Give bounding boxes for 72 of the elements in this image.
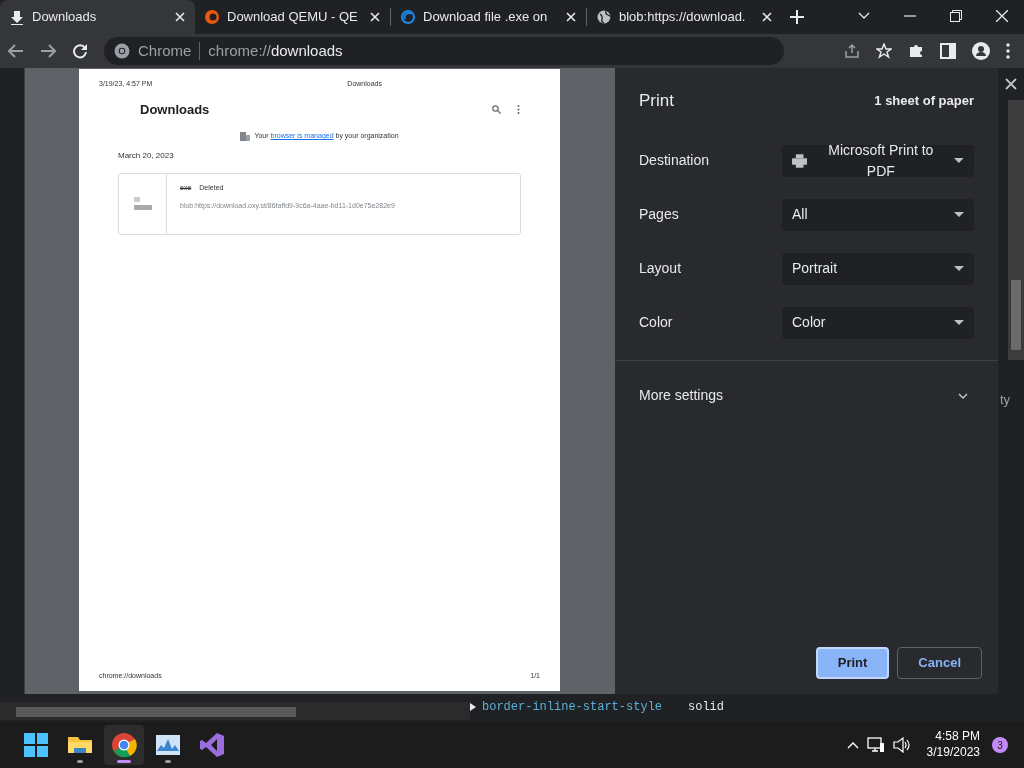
clock-time: 4:58 PM	[935, 729, 980, 745]
new-tab-icon[interactable]	[790, 10, 804, 24]
setting-label: Destination	[639, 151, 710, 170]
browser-tab[interactable]: Download QEMU - QE	[195, 0, 390, 34]
tab-title: Downloads	[32, 8, 98, 27]
browser-tab[interactable]: blob:https://download.	[587, 0, 782, 34]
kebab-menu-icon	[517, 104, 520, 114]
browser-tab[interactable]: Download file .exe on	[391, 0, 586, 34]
swirl-icon	[401, 9, 415, 25]
css-value: solid	[688, 699, 724, 716]
download-icon	[10, 9, 24, 25]
more-settings-toggle[interactable]: More settings	[615, 360, 998, 431]
dialog-title: Print	[639, 90, 674, 112]
clock[interactable]: 4:58 PM 3/19/2023	[926, 729, 980, 761]
chrome-icon	[110, 731, 138, 759]
expand-triangle-icon[interactable]	[470, 703, 476, 711]
back-arrow-icon[interactable]	[8, 44, 24, 58]
forward-arrow-icon[interactable]	[40, 44, 56, 58]
tab-title: Download file .exe on	[423, 8, 549, 27]
browser-tab[interactable]: Downloads	[0, 0, 195, 34]
caret-icon	[954, 158, 964, 163]
setting-label: Color	[639, 313, 673, 332]
setting-label: Pages	[639, 205, 679, 224]
windows-logo-icon	[24, 733, 48, 758]
speaker-icon[interactable]	[892, 737, 911, 753]
more-settings-label: More settings	[639, 386, 724, 405]
caret-icon	[954, 320, 964, 325]
globe-icon	[597, 9, 611, 25]
url-text: chrome://downloads	[208, 40, 343, 61]
side-text: ty	[1000, 391, 1012, 409]
date-heading: March 20, 2023	[118, 149, 175, 162]
horizontal-scrollbar[interactable]	[0, 702, 470, 720]
notification-badge[interactable]: 3	[992, 737, 1008, 753]
print-button[interactable]: Print	[815, 647, 890, 679]
search-icon	[492, 104, 501, 114]
chevron-down-icon	[958, 392, 968, 399]
printer-icon	[792, 153, 808, 168]
star-icon[interactable]	[876, 43, 892, 59]
clock-date: 3/19/2023	[926, 745, 980, 761]
taskbar-app[interactable]	[104, 725, 144, 765]
caret-icon	[954, 212, 964, 217]
reload-icon[interactable]	[72, 43, 88, 59]
qemu-icon	[205, 9, 219, 25]
site-label: Chrome	[138, 40, 192, 61]
studio-icon	[198, 731, 226, 759]
dropdown[interactable]: All	[782, 198, 974, 231]
tab-title: Download QEMU - QE	[227, 8, 359, 27]
chevron-up-icon[interactable]	[846, 741, 859, 749]
network-icon[interactable]	[866, 737, 885, 753]
sheet-count: 1 sheet of paper	[874, 92, 974, 110]
file-icon	[133, 196, 152, 211]
dropdown[interactable]: Microsoft Print to PDF	[782, 144, 974, 177]
restore-icon[interactable]	[950, 10, 962, 22]
kebab-menu-icon[interactable]	[1006, 43, 1010, 59]
chrome-icon	[114, 43, 130, 59]
dropdown[interactable]: Portrait	[782, 252, 974, 285]
caret-icon	[954, 266, 964, 271]
cancel-button[interactable]: Cancel	[897, 647, 982, 679]
share-icon[interactable]	[844, 43, 860, 59]
building-icon	[240, 131, 251, 141]
chevron-down-icon[interactable]	[858, 12, 870, 20]
profile-icon[interactable]	[972, 42, 990, 60]
dropdown[interactable]: Color	[782, 306, 974, 339]
tab-title: blob:https://download.	[619, 8, 747, 27]
setting-label: Layout	[639, 259, 682, 278]
page-title: Downloads	[140, 100, 210, 119]
address-bar[interactable]: Chrome chrome://downloads	[104, 37, 784, 65]
close-icon[interactable]	[1005, 78, 1017, 90]
css-property: border-inline-start-style	[482, 699, 664, 716]
puzzle-icon[interactable]	[908, 43, 924, 59]
side-panel-icon[interactable]	[940, 43, 956, 59]
scrollbar[interactable]	[1008, 100, 1024, 360]
